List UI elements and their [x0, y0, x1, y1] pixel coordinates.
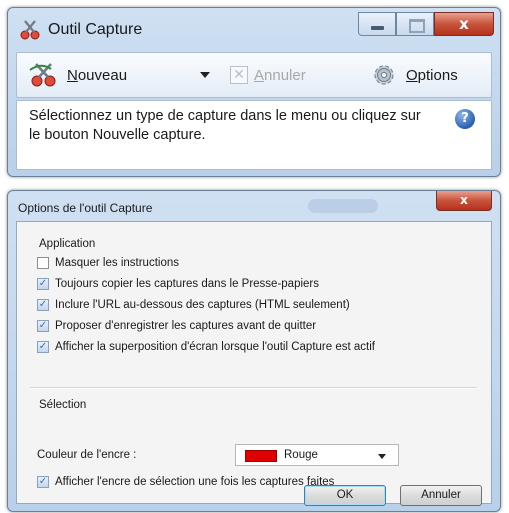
option-label: Masquer les instructions: [55, 257, 179, 269]
cancel-icon: ✕: [230, 66, 248, 84]
checkbox-checked[interactable]: ✓: [37, 299, 49, 311]
ink-color-label: Couleur de l'encre :: [37, 449, 137, 461]
checkbox-checked[interactable]: ✓: [37, 278, 49, 290]
option-show-overlay[interactable]: ✓ Afficher la superposition d'écran lors…: [37, 341, 431, 354]
ink-color-select[interactable]: Rouge: [235, 444, 399, 466]
option-copy-clipboard[interactable]: ✓ Toujours copier les captures dans le P…: [37, 278, 473, 291]
minimize-button[interactable]: [358, 12, 396, 36]
instructions-panel: Sélectionnez un type de capture dans le …: [16, 100, 492, 170]
chevron-down-icon: [200, 72, 210, 78]
option-include-url[interactable]: ✓ Inclure l'URL au-dessous des captures …: [37, 299, 473, 312]
close-icon: x: [459, 15, 469, 33]
option-label: Toujours copier les captures dans le Pre…: [55, 278, 319, 290]
color-swatch: [245, 450, 277, 462]
cancel-capture-label: Annuler: [254, 67, 306, 84]
gear-icon: [374, 65, 394, 85]
dialog-title: Options de l'outil Capture: [18, 201, 153, 215]
caption-buttons: x: [358, 12, 494, 38]
cancel-capture-button[interactable]: ✕ Annuler: [230, 53, 306, 97]
options-dialog: Options de l'outil Capture x Application…: [7, 190, 501, 512]
options-mnemonic: O: [406, 66, 418, 84]
option-label: Inclure l'URL au-dessous des captures (H…: [55, 299, 350, 311]
option-prompt-save[interactable]: ✓ Proposer d'enregistrer les captures av…: [37, 320, 473, 333]
selection-group-label: Sélection: [39, 399, 87, 411]
new-capture-label: Nouveau: [67, 67, 127, 84]
option-hide-instructions[interactable]: Masquer les instructions: [37, 257, 473, 270]
capture-toolbar: Nouveau ✕ Annuler Options: [16, 52, 492, 98]
checkbox-checked[interactable]: ✓: [37, 320, 49, 332]
checkbox[interactable]: [37, 257, 49, 269]
options-title-bar[interactable]: Options de l'outil Capture x: [8, 191, 500, 221]
options-label-rest: ptions: [417, 66, 458, 84]
background-blur: [308, 199, 378, 213]
new-dropdown-button[interactable]: [200, 53, 210, 97]
checkbox-checked[interactable]: ✓: [37, 341, 49, 353]
maximize-button[interactable]: [396, 12, 434, 36]
group-divider: [30, 387, 477, 389]
option-label: Proposer d'enregistrer les captures avan…: [55, 320, 317, 332]
instructions-text: Sélectionnez un type de capture dans le …: [29, 108, 421, 143]
maximize-icon: [409, 19, 425, 33]
new-capture-button[interactable]: Nouveau: [29, 53, 127, 97]
capture-title-bar[interactable]: Outil Capture x: [8, 8, 500, 52]
dialog-close-button[interactable]: x: [436, 191, 492, 211]
options-label: Options: [406, 67, 458, 84]
chevron-down-icon: [378, 454, 386, 459]
window-title: Outil Capture: [48, 21, 143, 38]
new-label-rest: ouveau: [77, 66, 128, 84]
new-mnemonic: N: [67, 66, 78, 84]
ink-color-value: Rouge: [284, 449, 318, 461]
application-group-label: Application: [39, 238, 96, 250]
close-button[interactable]: x: [434, 12, 494, 36]
help-icon[interactable]: ?: [455, 109, 475, 129]
minimize-icon: [371, 26, 384, 30]
capture-tool-window: Outil Capture x Nouveau ✕ Annuler Option…: [7, 7, 501, 177]
new-capture-icon: [29, 63, 56, 87]
ok-button[interactable]: OK: [304, 485, 386, 506]
cancel-button[interactable]: Annuler: [400, 485, 482, 506]
option-label: Afficher l'encre de sélection une fois l…: [55, 476, 335, 488]
cancel-label-rest: nnuler: [264, 66, 306, 84]
option-label: Afficher la superposition d'écran lorsqu…: [55, 341, 375, 353]
options-button[interactable]: Options: [371, 53, 458, 97]
options-panel: Application Masquer les instructions ✓ T…: [16, 221, 492, 504]
checkbox-checked[interactable]: ✓: [37, 476, 49, 488]
scissors-icon: [20, 20, 40, 40]
cancel-mnemonic: A: [254, 66, 265, 84]
